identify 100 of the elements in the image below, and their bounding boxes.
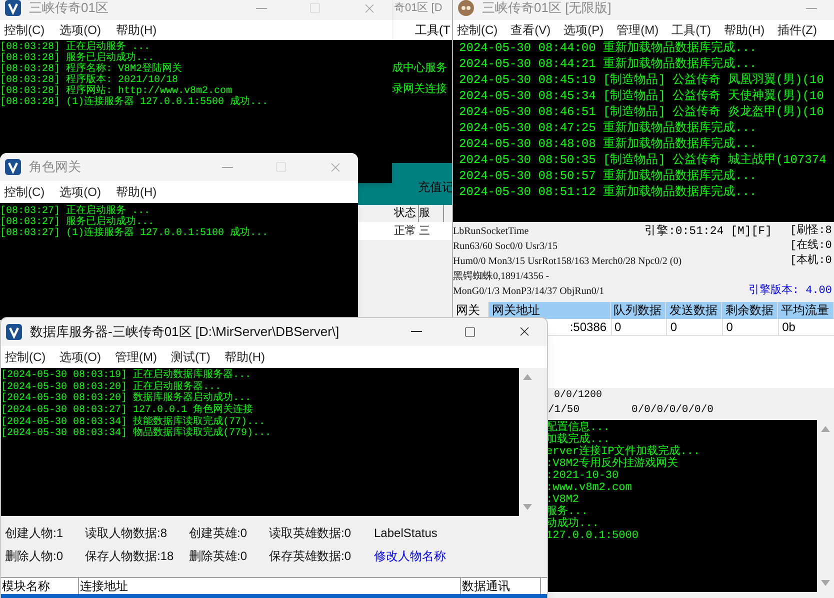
- window-title: 角色网关: [29, 158, 81, 176]
- menu-item[interactable]: 帮助(H): [116, 21, 157, 39]
- stat-label: 创建人物:1: [5, 525, 64, 542]
- log-line: :V8M2: [546, 494, 580, 506]
- log-line: 2024-05-30 08:47:25 重新加载物品数据库完成...: [459, 120, 758, 136]
- column-header[interactable]: 平均流量: [778, 302, 834, 319]
- menu-item[interactable]: 选项(O): [60, 21, 101, 39]
- menu-item[interactable]: 选项(O): [60, 183, 101, 201]
- column-header[interactable]: 发送数据: [666, 302, 722, 319]
- window-title: 数据库服务器-三峡传奇01区 [D:\MirServer\DBServer\]: [30, 323, 340, 342]
- log-line: 成中心服务: [392, 62, 448, 75]
- scroll-up-icon[interactable]: [821, 426, 830, 432]
- log-line: 2024-05-30 08:44:00 重新加载物品数据库完成...: [459, 40, 758, 56]
- column-header[interactable]: 剩余数据: [722, 302, 778, 319]
- log-line: [2024-05-30 08:03:19] 正在启动数据库服务器...: [1, 370, 252, 381]
- log-line: 2024-05-30 08:45:19 [制造物品] 公益传奇 凤凰羽翼(男)(10: [459, 72, 825, 88]
- log-line: :www.v8m2.com: [546, 482, 633, 494]
- menu-item[interactable]: 选项(P): [564, 21, 604, 39]
- stat-label: 读取人物数据:8: [85, 525, 168, 542]
- stat-label: 保存英雄数据:0: [269, 548, 352, 566]
- log-line: 2024-05-30 08:50:57 重新加载物品数据库完成...: [459, 168, 758, 184]
- maximize-icon: [275, 161, 287, 173]
- log-line: :V8M2专用反外挂游戏网关: [546, 458, 680, 470]
- menu-item[interactable]: 控制(C): [4, 183, 45, 201]
- maximize-icon: [309, 2, 321, 14]
- menu-item[interactable]: 管理(M): [616, 21, 659, 39]
- app-logo-icon: [458, 0, 474, 16]
- window-title: 三峡传奇01区: [29, 0, 108, 18]
- stat-label: 创建英雄:0: [189, 525, 248, 542]
- status-text: 0/0/1200: [554, 388, 602, 402]
- status-text: 0/0/0/0/0/0/0: [632, 403, 714, 418]
- log-line: 127.0.0.1:5000: [546, 530, 640, 542]
- status-text: [在线:0: [790, 239, 833, 254]
- table-cell: 0: [722, 319, 778, 335]
- menu-item[interactable]: 帮助(H): [724, 21, 765, 39]
- log-line: 2024-05-30 08:46:51 [制造物品] 公益传奇 炎龙盔甲(男)(10: [459, 104, 825, 120]
- log-line: [08:03:28] 程序版本: 2021/10/18: [0, 75, 178, 86]
- log-line: 录网关连接: [392, 83, 448, 96]
- table-cell: 0b: [778, 319, 834, 335]
- menu-item[interactable]: 控制(C): [4, 21, 45, 39]
- log-line: 2024-05-30 08:51:12 重新加载物品数据库完成...: [459, 184, 758, 200]
- column-header[interactable]: 队列数据: [610, 302, 666, 319]
- stat-label: 删除英雄:0: [189, 548, 248, 566]
- status-text: [本机:0: [790, 254, 833, 269]
- status-text: /1/50: [548, 403, 580, 418]
- scroll-down-icon[interactable]: [821, 580, 830, 586]
- menu-item[interactable]: 管理(M): [115, 348, 157, 366]
- log-line: [08:03:27] 正在启动服务 ...: [0, 206, 152, 217]
- log-line: [2024-05-30 08:03:34] 技能数据库读取完成(77)...: [1, 416, 266, 428]
- table-cell-text: 正常: [394, 224, 417, 239]
- table-cell-text: 三: [419, 224, 431, 239]
- menu-item[interactable]: 查看(V): [510, 21, 551, 39]
- rename-link[interactable]: 修改人物名称: [374, 548, 474, 566]
- menu-item[interactable]: 控制(C): [5, 348, 46, 366]
- app-logo-icon: [6, 324, 22, 340]
- menu-item[interactable]: 控制(C): [457, 21, 498, 39]
- app-logo-icon: [5, 159, 21, 175]
- engine-time: 引擎:0:51:24 [M][F]: [644, 224, 772, 239]
- log-line: [08:03:28] 程序名称: V8M2登陆网关: [0, 64, 184, 75]
- log-line: [08:03:27] (1)连接服务器 127.0.0.1:5100 成功...: [0, 228, 270, 239]
- log-line: [08:03:28] (1)连接服务器 127.0.0.1:5500 成功...: [0, 97, 270, 108]
- stat-label: 删除人物:0: [5, 548, 64, 566]
- log-line: 2024-05-30 08:48:08 重新加载物品数据库完成...: [459, 136, 758, 152]
- log-line: [08:03:28] 服务已启动成功...: [0, 53, 154, 64]
- menu-item[interactable]: 测试(T): [171, 348, 210, 366]
- stat-label: 保存人物数据:18: [85, 548, 175, 566]
- log-line: :2021-10-30: [546, 470, 620, 482]
- status-text: Run63/60 Soc0/0 Usr3/15: [453, 240, 558, 254]
- log-line: [2024-05-30 08:03:20] 数据库服务器启动成功...: [1, 393, 252, 404]
- table-cell: :50386: [570, 319, 607, 335]
- log-line: 2024-05-30 08:45:34 [制造物品] 公益传奇 天使神翼(男)(10: [459, 88, 825, 104]
- menu-item[interactable]: 工具(T): [672, 21, 711, 39]
- stat-label: LabelStatus: [374, 525, 438, 542]
- status-text: 黑锷蜘蛛0,1891/4356 -: [453, 270, 550, 284]
- engine-version: 引擎版本: 4.00: [748, 284, 832, 299]
- stat-label: 读取英雄数据:0: [269, 525, 352, 542]
- minimize-icon[interactable]: [410, 331, 422, 332]
- scroll-down-icon[interactable]: [523, 504, 532, 510]
- maximize-icon: [464, 326, 476, 338]
- table-cell: 0: [666, 319, 722, 335]
- status-text: [刷怪:8: [790, 224, 833, 239]
- table-cell: 0: [610, 319, 666, 335]
- scroll-up-icon[interactable]: [523, 374, 532, 380]
- menu-item[interactable]: 插件(Z): [778, 21, 817, 39]
- menu-item[interactable]: 选项(O): [60, 348, 101, 366]
- status-text: Hum0/0 Mon3/15 UsrRot158/163 Merch0/28 Npc0/2 (0): [453, 255, 682, 269]
- status-text: LbRunSocketTime: [453, 225, 529, 239]
- log-line: 2024-05-30 08:44:21 重新加载物品数据库完成...: [459, 56, 758, 72]
- window-title: 奇01区 [D: [394, 0, 442, 16]
- menu-item[interactable]: 帮助(H): [224, 348, 265, 366]
- log-line: [08:03:28] 正在启动服务 ...: [0, 42, 152, 53]
- log-line: [08:03:27] 服务已启动成功...: [0, 217, 156, 228]
- window-title: 三峡传奇01区 [无限版]: [482, 0, 612, 18]
- log-line: [2024-05-30 08:03:20] 正在启动服务器...: [1, 382, 222, 393]
- log-line: 2024-05-30 08:50:35 [制造物品] 公益传奇 城主战甲(107374: [459, 152, 828, 168]
- menu-item[interactable]: 帮助(H): [116, 183, 157, 201]
- column-header[interactable]: 网关地址: [488, 302, 611, 319]
- log-line: [2024-05-30 08:03:27] 127.0.0.1 角色网关连接: [1, 404, 254, 416]
- status-text: MonG0/1/3 MonP3/14/37 ObjRun0/1: [453, 285, 604, 299]
- log-line: [2024-05-30 08:03:34] 物品数据库读取完成(779)...: [1, 428, 272, 440]
